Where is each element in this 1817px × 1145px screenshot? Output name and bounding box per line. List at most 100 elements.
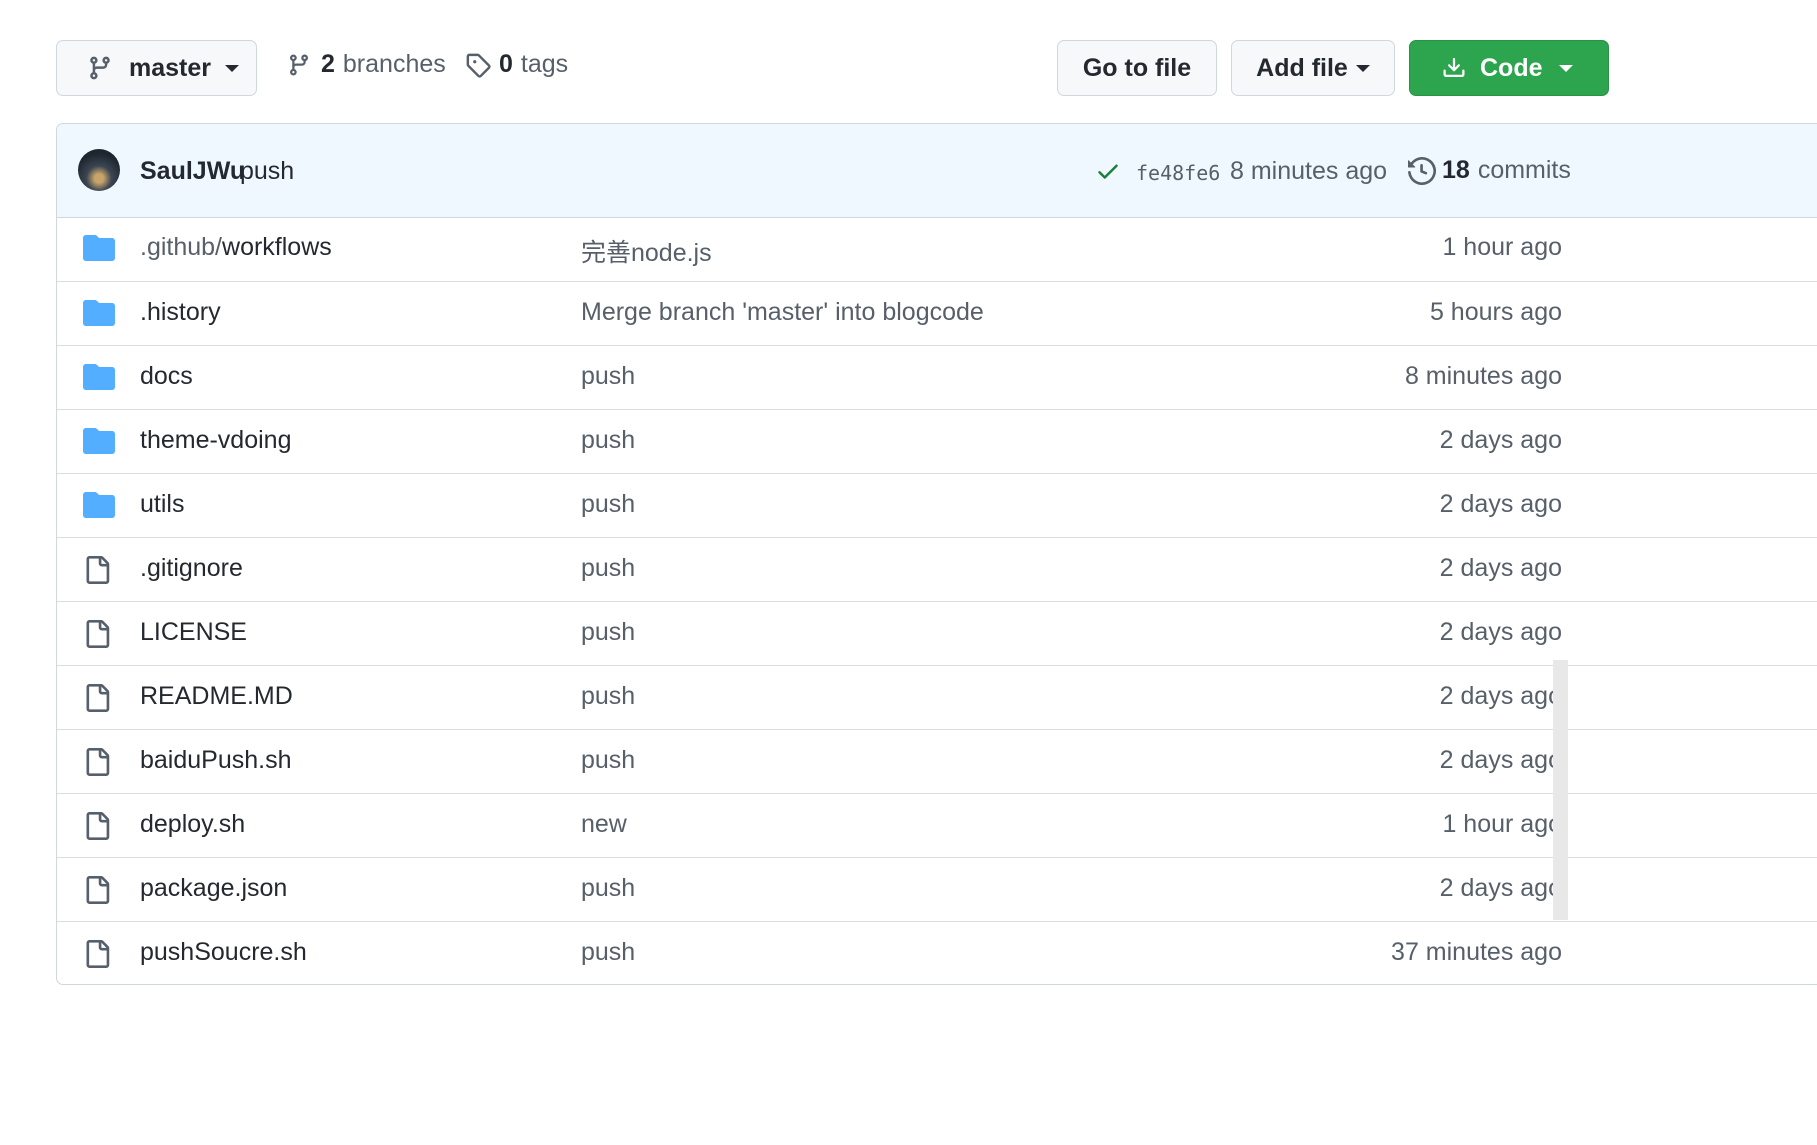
commits-link[interactable]: 18 commits (1408, 156, 1571, 185)
branches-link[interactable]: 2 branches (287, 50, 446, 79)
commit-age: 1 hour ago (1442, 810, 1562, 838)
file-name-link[interactable]: docs (140, 362, 193, 391)
commit-message-link[interactable]: new (581, 810, 627, 839)
file-icon (83, 746, 115, 778)
latest-commit-bar: SaulJWu push fe48fe6 8 minutes ago 18 co… (57, 124, 1817, 218)
chevron-down-icon (1355, 64, 1370, 72)
file-name: README.MD (140, 682, 293, 710)
file-icon (83, 554, 115, 586)
code-label: Code (1480, 53, 1543, 82)
file-name-link[interactable]: .github/workflows (140, 233, 332, 262)
tags-count: 0 (499, 50, 513, 78)
scrollbar[interactable] (1553, 660, 1568, 920)
branch-name: master (129, 53, 211, 82)
file-name: .history (140, 298, 221, 326)
code-button[interactable]: Code (1409, 40, 1609, 96)
git-branch-icon (287, 51, 311, 79)
commit-age: 2 days ago (1439, 490, 1562, 518)
file-name-link[interactable]: deploy.sh (140, 810, 245, 839)
file-name: docs (140, 362, 193, 390)
file-name-link[interactable]: LICENSE (140, 618, 247, 647)
table-row[interactable]: theme-vdoing push 2 days ago (57, 409, 1817, 474)
tag-icon (465, 52, 491, 78)
tags-link[interactable]: 0 tags (465, 50, 568, 79)
commit-time: 8 minutes ago (1230, 157, 1388, 185)
commit-message-link[interactable]: push (581, 874, 635, 903)
commit-age: 1 hour ago (1442, 233, 1562, 261)
git-branch-icon (87, 54, 113, 82)
commit-message-link[interactable]: push (581, 938, 635, 967)
go-to-file-button[interactable]: Go to file (1057, 40, 1217, 96)
commit-message[interactable]: push (240, 157, 294, 186)
table-row[interactable]: LICENSE push 2 days ago (57, 601, 1817, 666)
commit-message-link[interactable]: push (581, 682, 635, 711)
folder-icon (83, 233, 115, 265)
commit-age: 2 days ago (1439, 746, 1562, 774)
commit-message-link[interactable]: Merge branch 'master' into blogcode (581, 298, 984, 327)
commit-age: 2 days ago (1439, 618, 1562, 646)
commits-label: commits (1477, 156, 1571, 184)
commit-age: 2 days ago (1439, 426, 1562, 454)
chevron-down-icon (225, 64, 239, 72)
folder-icon (83, 490, 115, 522)
commit-message-link[interactable]: push (581, 618, 635, 647)
file-icon (83, 938, 115, 970)
table-row[interactable]: pushSoucre.sh push 37 minutes ago (57, 921, 1817, 984)
commit-message-link[interactable]: push (581, 490, 635, 519)
file-icon (83, 682, 115, 714)
file-name-link[interactable]: .history (140, 298, 221, 327)
file-name-link[interactable]: pushSoucre.sh (140, 938, 307, 967)
table-row[interactable]: utils push 2 days ago (57, 473, 1817, 538)
file-icon (83, 874, 115, 906)
branches-label: branches (342, 50, 446, 78)
commit-sha[interactable]: fe48fe6 (1136, 161, 1220, 185)
file-name: theme-vdoing (140, 426, 292, 454)
file-name: pushSoucre.sh (140, 938, 307, 966)
folder-icon (83, 362, 115, 394)
add-file-button[interactable]: Add file (1231, 40, 1395, 96)
commit-message-link[interactable]: 完善node.js (581, 233, 712, 269)
file-name-link[interactable]: package.json (140, 874, 287, 903)
chevron-down-icon (1558, 64, 1573, 72)
commit-age: 5 hours ago (1429, 298, 1562, 326)
table-row[interactable]: docs push 8 minutes ago (57, 345, 1817, 410)
table-row[interactable]: .history Merge branch 'master' into blogc… (57, 281, 1817, 346)
commit-message-link[interactable]: push (581, 426, 635, 455)
file-name-link[interactable]: README.MD (140, 682, 293, 711)
add-file-label: Add file (1256, 53, 1348, 82)
file-name: deploy.sh (140, 810, 246, 838)
file-name: workflows (222, 233, 332, 261)
file-name-link[interactable]: .gitignore (140, 554, 243, 583)
commit-age: 8 minutes ago (1404, 362, 1562, 390)
file-name: baiduPush.sh (140, 746, 292, 774)
download-icon (1442, 55, 1466, 81)
commit-age: 2 days ago (1439, 682, 1562, 710)
branches-count: 2 (321, 50, 335, 78)
avatar[interactable] (78, 149, 120, 191)
file-name: package.json (140, 874, 288, 902)
folder-icon (83, 298, 115, 330)
file-name: LICENSE (140, 618, 247, 646)
commit-message-link[interactable]: push (581, 746, 635, 775)
file-name-link[interactable]: baiduPush.sh (140, 746, 292, 775)
file-icon (83, 618, 115, 650)
file-name-link[interactable]: theme-vdoing (140, 426, 291, 455)
commit-age: 2 days ago (1439, 554, 1562, 582)
file-name: .gitignore (140, 554, 243, 582)
tags-label: tags (520, 50, 569, 78)
commit-age: 2 days ago (1439, 874, 1562, 902)
file-name-prefix: .github/ (140, 233, 223, 261)
commits-count: 18 (1442, 156, 1470, 184)
table-row[interactable]: .gitignore push 2 days ago (57, 537, 1817, 602)
check-icon[interactable] (1095, 158, 1121, 184)
file-name-link[interactable]: utils (140, 490, 184, 519)
commit-age: 37 minutes ago (1391, 938, 1562, 966)
commit-author[interactable]: SaulJWu (140, 157, 245, 186)
file-icon (83, 810, 115, 842)
history-icon (1408, 156, 1436, 185)
file-name: utils (140, 490, 185, 518)
commit-message-link[interactable]: push (581, 554, 635, 583)
branch-select-button[interactable]: master (56, 40, 257, 96)
commit-message-link[interactable]: push (581, 362, 635, 391)
table-row[interactable]: .github/workflows 完善node.js 1 hour ago (57, 217, 1817, 281)
